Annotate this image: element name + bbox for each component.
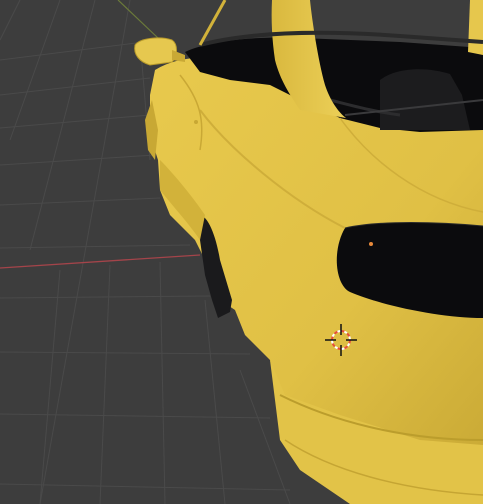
rear-pillar	[468, 0, 483, 55]
side-mirror	[134, 37, 177, 66]
3d-viewport[interactable]	[0, 0, 483, 504]
vertex-marker	[369, 242, 373, 246]
